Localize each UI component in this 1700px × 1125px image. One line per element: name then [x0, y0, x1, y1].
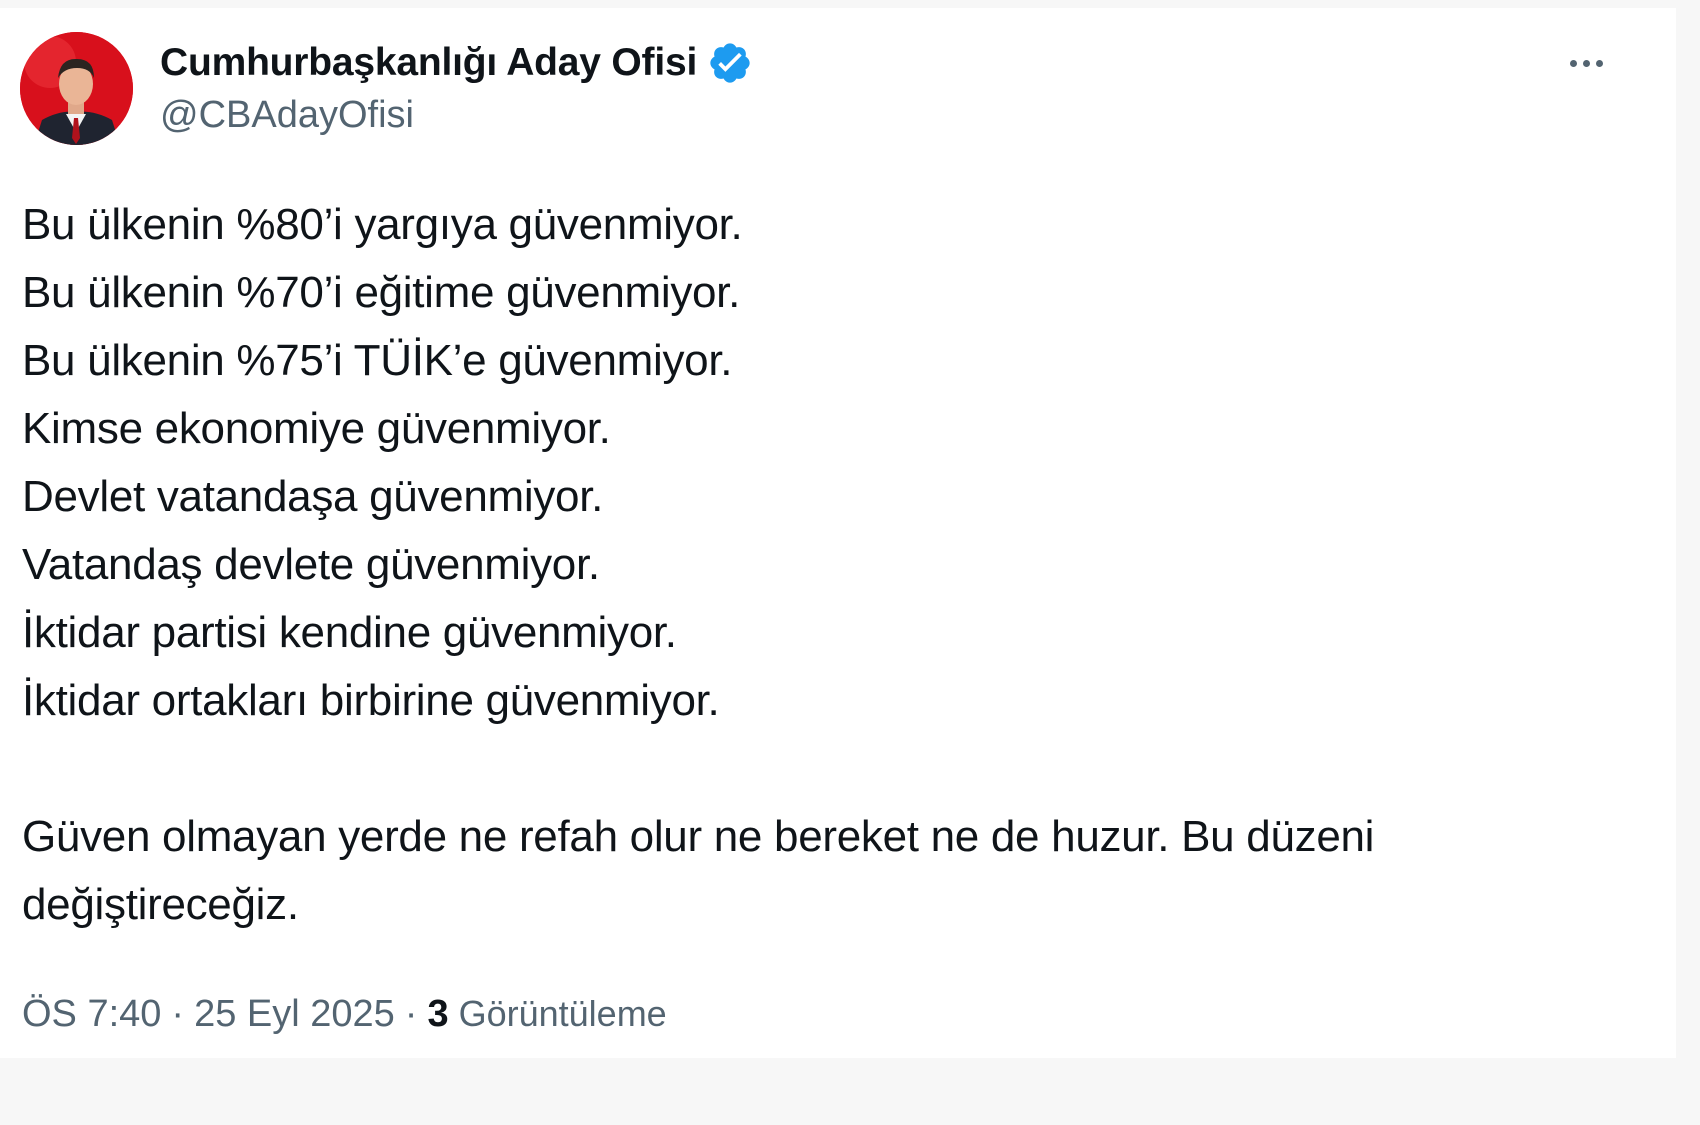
tweet-text: Bu ülkenin %80’i yargıya güvenmiyor. Bu … [22, 191, 1582, 939]
tweet-date[interactable]: 25 Eyl 2025 [194, 993, 395, 1036]
display-name[interactable]: Cumhurbaşkanlığı Aday Ofisi [160, 41, 697, 85]
views-label: Görüntüleme [458, 993, 667, 1034]
avatar-image [20, 32, 133, 145]
tweet-closing-paragraph: Güven olmayan yerde ne refah olur ne ber… [22, 812, 1375, 929]
more-options-icon[interactable] [1556, 48, 1616, 78]
tweet-card[interactable]: Cumhurbaşkanlığı Aday Ofisi @CBAdayOfisi… [0, 8, 1676, 1058]
more-dot [1569, 59, 1577, 67]
meta-separator: · [171, 993, 185, 1035]
tweet-header: Cumhurbaşkanlığı Aday Ofisi @CBAdayOfisi [0, 8, 1676, 148]
account-handle[interactable]: @CBAdayOfisi [160, 94, 753, 137]
more-dot [1595, 59, 1603, 67]
more-dot [1582, 59, 1590, 67]
tweet-line: İktidar partisi kendine güvenmiyor. [22, 608, 677, 657]
display-name-row: Cumhurbaşkanlığı Aday Ofisi [160, 38, 753, 88]
tweet-time[interactable]: ÖS 7:40 [22, 993, 161, 1036]
views-count: 3 [427, 993, 449, 1035]
avatar[interactable] [20, 32, 133, 145]
tweet-line: Bu ülkenin %75’i TÜİK’e güvenmiyor. [22, 336, 733, 385]
tweet-line: İktidar ortakları birbirine güvenmiyor. [22, 676, 720, 725]
tweet-meta: ÖS 7:40 · 25 Eyl 2025 · 3 Görüntüleme [22, 993, 667, 1036]
tweet-line: Bu ülkenin %80’i yargıya güvenmiyor. [22, 200, 743, 249]
tweet-line: Devlet vatandaşa güvenmiyor. [22, 472, 604, 521]
account-info: Cumhurbaşkanlığı Aday Ofisi @CBAdayOfisi [160, 38, 753, 137]
tweet-line: Vatandaş devlete güvenmiyor. [22, 540, 600, 589]
tweet-line: Kimse ekonomiye güvenmiyor. [22, 404, 611, 453]
verified-badge-icon[interactable] [707, 40, 753, 86]
meta-separator: · [404, 993, 418, 1035]
tweet-line: Bu ülkenin %70’i eğitime güvenmiyor. [22, 268, 741, 317]
